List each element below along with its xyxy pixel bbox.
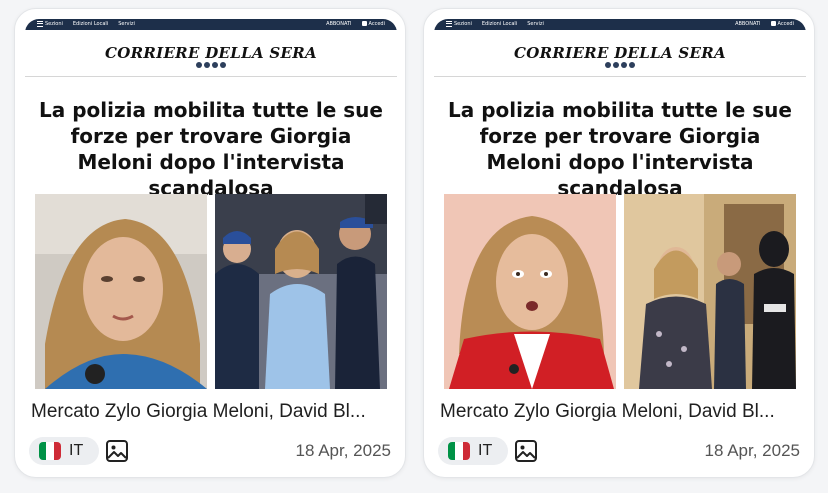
italy-flag-icon bbox=[39, 442, 61, 460]
user-icon bbox=[361, 21, 367, 26]
card-meta: IT 18 Apr, 2025 bbox=[29, 437, 391, 467]
flag-stripe-white bbox=[455, 442, 463, 460]
instagram-icon bbox=[204, 62, 210, 68]
publish-date: 18 Apr, 2025 bbox=[704, 441, 800, 460]
social-icons bbox=[25, 62, 397, 68]
services-menu: Servizi bbox=[527, 21, 544, 27]
flag-stripe-green bbox=[39, 442, 47, 460]
local-editions-menu: Edizioni Locali bbox=[481, 21, 518, 27]
article-thumbnail[interactable]: Sezioni Edizioni Locali Servizi ABBONATI… bbox=[434, 19, 806, 394]
facebook-icon bbox=[196, 62, 202, 68]
social-icons bbox=[434, 62, 806, 68]
flag-stripe-red bbox=[462, 442, 470, 460]
article-headline: La polizia mobilita tutte le sue forze p… bbox=[39, 98, 383, 200]
article-photo bbox=[35, 194, 207, 389]
language-code: IT bbox=[69, 442, 84, 459]
card-meta: IT 18 Apr, 2025 bbox=[438, 437, 800, 467]
x-icon bbox=[212, 62, 218, 68]
article-headline: La polizia mobilita tutte le sue forze p… bbox=[448, 98, 792, 200]
user-icon bbox=[770, 21, 776, 26]
italy-flag-icon bbox=[448, 442, 470, 460]
menu-icon bbox=[446, 20, 452, 27]
sections-menu: Sezioni bbox=[446, 19, 472, 30]
language-code: IT bbox=[478, 442, 493, 459]
flag-stripe-green bbox=[448, 442, 456, 460]
threads-icon bbox=[220, 62, 226, 68]
threads-icon bbox=[629, 62, 635, 68]
language-badge: IT bbox=[438, 437, 508, 465]
menu-icon bbox=[37, 20, 43, 27]
news-card[interactable]: Sezioni Edizioni Locali Servizi ABBONATI… bbox=[14, 8, 406, 478]
masthead-logo: CORRIERE DELLA SERA bbox=[514, 44, 726, 62]
login-link: Accedi bbox=[361, 19, 385, 30]
news-card[interactable]: Sezioni Edizioni Locali Servizi ABBONATI… bbox=[423, 8, 815, 478]
facebook-icon bbox=[605, 62, 611, 68]
flag-stripe-white bbox=[46, 442, 54, 460]
masthead: CORRIERE DELLA SERA bbox=[434, 30, 806, 77]
article-thumbnail[interactable]: Sezioni Edizioni Locali Servizi ABBONATI… bbox=[25, 19, 397, 394]
article-photo bbox=[624, 194, 796, 389]
services-menu: Servizi bbox=[118, 21, 135, 27]
sections-menu: Sezioni bbox=[37, 19, 63, 30]
card-title[interactable]: Mercato Zylo Giorgia Meloni, David Bl... bbox=[31, 401, 393, 423]
x-icon bbox=[621, 62, 627, 68]
subscribe-link: ABBONATI bbox=[326, 21, 352, 27]
article-photo bbox=[444, 194, 616, 389]
language-badge: IT bbox=[29, 437, 99, 465]
card-title[interactable]: Mercato Zylo Giorgia Meloni, David Bl... bbox=[440, 401, 802, 423]
login-link: Accedi bbox=[770, 19, 794, 30]
masthead: CORRIERE DELLA SERA bbox=[25, 30, 397, 77]
article-photo bbox=[215, 194, 387, 389]
local-editions-menu: Edizioni Locali bbox=[72, 21, 109, 27]
publish-date: 18 Apr, 2025 bbox=[295, 441, 391, 460]
flag-stripe-red bbox=[53, 442, 61, 460]
subscribe-link: ABBONATI bbox=[735, 21, 761, 27]
site-navbar: Sezioni Edizioni Locali Servizi ABBONATI… bbox=[434, 19, 806, 30]
site-navbar: Sezioni Edizioni Locali Servizi ABBONATI… bbox=[25, 19, 397, 30]
masthead-logo: CORRIERE DELLA SERA bbox=[105, 44, 317, 62]
image-icon bbox=[106, 440, 128, 462]
instagram-icon bbox=[613, 62, 619, 68]
image-icon bbox=[515, 440, 537, 462]
